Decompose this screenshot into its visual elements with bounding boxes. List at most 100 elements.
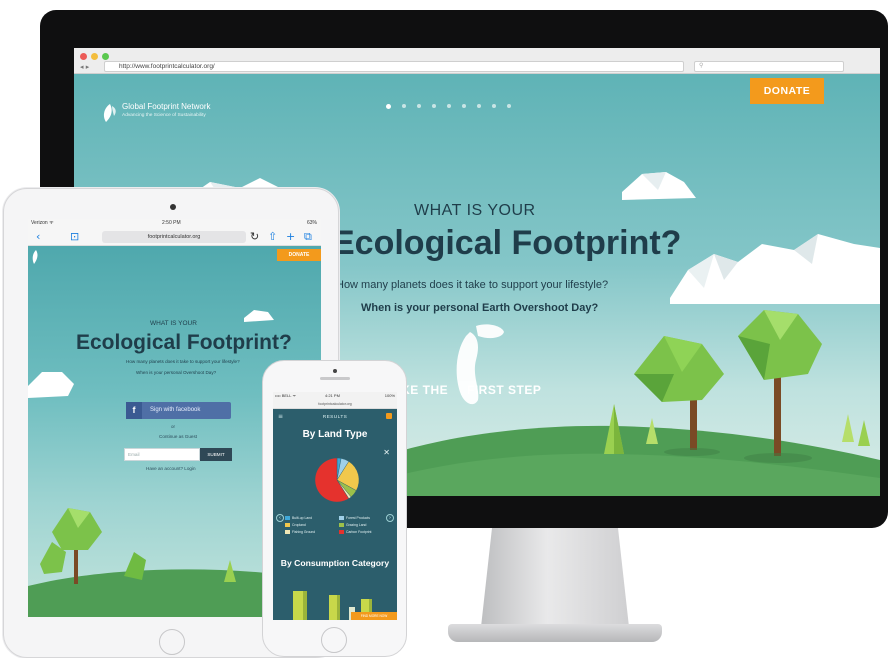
carrier: Verizon ᯤ <box>31 220 54 226</box>
or-divider: or <box>171 424 176 429</box>
legend-item: Built-up Land <box>285 516 335 520</box>
facebook-login-button[interactable]: f Sign with facebook <box>126 402 231 419</box>
legend-item: Grazing Land <box>339 523 389 527</box>
legend-swatch <box>285 530 290 534</box>
question-overshoot: When is your personal Earth Overshoot Da… <box>361 302 599 314</box>
legend-swatch <box>285 523 290 527</box>
carrier: •••• BELL ᯤ <box>275 393 297 398</box>
cloud-right <box>670 234 880 304</box>
legend-swatch <box>339 523 344 527</box>
battery: 100% <box>384 393 395 398</box>
back-icon[interactable]: ◂ <box>80 63 84 71</box>
legend-label: Built-up Land <box>292 516 312 520</box>
window-controls <box>80 53 109 60</box>
search-field[interactable]: ⚲ <box>694 61 844 72</box>
question-planets: How many planets does it take to support… <box>126 359 240 364</box>
donate-button[interactable]: DONATE <box>277 249 321 261</box>
pager-dot[interactable] <box>432 104 436 108</box>
question-overshoot: When is your personal Overshoot Day? <box>136 370 217 375</box>
add-tab-icon[interactable]: + <box>286 230 295 244</box>
device-showcase: ◂ ▸ http://www.footprintcalculator.org/ … <box>0 0 890 658</box>
pager-dot[interactable] <box>492 104 496 108</box>
legend-item: Fishing Ground <box>285 530 335 534</box>
gfn-leaf-icon <box>103 104 116 122</box>
tablet-status-bar: Verizon ᯤ 2:50 PM 63% <box>28 219 321 228</box>
facebook-icon: f <box>126 402 142 419</box>
clock: 4:21 PM <box>325 393 340 398</box>
prev-arrow-icon[interactable]: ‹ <box>276 514 284 522</box>
home-button[interactable] <box>159 629 185 655</box>
monitor-base <box>448 624 662 642</box>
phone-device: •••• BELL ᯤ 4:21 PM 100% footprintcalcul… <box>262 360 407 657</box>
facebook-label: Sign with facebook <box>150 407 201 413</box>
legend-item: Cropland <box>285 523 335 527</box>
close-window-icon[interactable] <box>80 53 87 60</box>
pager-dot[interactable] <box>447 104 451 108</box>
pager-dot[interactable] <box>462 104 466 108</box>
reload-icon[interactable]: ↻ <box>250 230 259 244</box>
address-bar[interactable]: http://www.footprintcalculator.org/ <box>104 61 684 72</box>
continue-guest-label[interactable]: Continue as Guest <box>159 434 197 439</box>
address-bar[interactable]: footprintcalculator.org <box>273 400 397 409</box>
browser-chrome: ◂ ▸ http://www.footprintcalculator.org/ … <box>74 48 880 74</box>
pager-dot[interactable] <box>507 104 511 108</box>
results-label: RESULTS <box>322 415 348 420</box>
phone-camera <box>333 369 337 373</box>
legend-label: Forest Products <box>346 516 370 520</box>
clock: 2:50 PM <box>162 220 181 226</box>
org-tagline: Advancing the Science of Sustainability <box>122 113 206 118</box>
consumption-title: By Consumption Category <box>280 558 390 568</box>
cloud-mid <box>622 172 696 200</box>
address-bar[interactable]: footprintcalculator.org <box>102 231 246 243</box>
share-icon[interactable]: ⇧ <box>268 230 277 244</box>
page-title: Ecological Footprint? <box>76 331 292 354</box>
heading-small: WHAT IS YOUR <box>150 320 197 327</box>
pager-dot[interactable] <box>417 104 421 108</box>
phone-screen: •••• BELL ᯤ 4:21 PM 100% footprintcalcul… <box>273 392 397 620</box>
legend-label: Fishing Ground <box>292 530 316 534</box>
home-button[interactable] <box>321 627 347 653</box>
carousel-pager <box>386 104 511 109</box>
legend-item: Carbon Footprint <box>339 530 389 534</box>
pie-legend: Built-up Land Forest Products Cropland Graz… <box>285 516 389 534</box>
gfn-leaf-icon <box>32 250 38 264</box>
donate-button[interactable]: DONATE <box>750 78 824 104</box>
gfn-logo[interactable]: Global Footprint Network Advancing the S… <box>100 102 210 124</box>
tablet-camera <box>170 204 176 210</box>
land-type-title: By Land Type <box>302 429 368 440</box>
legend-swatch <box>339 516 344 520</box>
legend-swatch <box>285 516 290 520</box>
back-icon[interactable]: ‹ <box>36 230 40 244</box>
phone-speaker <box>320 377 350 380</box>
page-title: Ecological Footprint? <box>332 224 682 262</box>
legend-label: Carbon Footprint <box>346 530 372 534</box>
search-icon: ⚲ <box>699 63 704 69</box>
phone-status-bar: •••• BELL ᯤ 4:21 PM 100% <box>273 392 397 400</box>
nav-arrows: ◂ ▸ <box>80 63 89 71</box>
tablet-toolbar: ‹ ⊡ footprintcalculator.org ↻ ⇧ + ⧉ <box>28 228 321 246</box>
maximize-window-icon[interactable] <box>102 53 109 60</box>
tabs-icon[interactable]: ⧉ <box>304 230 312 244</box>
bookmarks-icon[interactable]: ⊡ <box>70 230 79 244</box>
legend-swatch <box>339 530 344 534</box>
legend-label: Cropland <box>292 523 306 527</box>
find-more-button[interactable]: FIND MORE NOW <box>351 612 397 620</box>
legend-label: Grazing Land <box>346 523 367 527</box>
cta-first-step[interactable]: FIRST STEP <box>467 383 541 397</box>
battery: 63% <box>306 220 317 226</box>
monitor-stand <box>480 528 630 636</box>
heading-small: WHAT IS YOUR <box>414 202 536 219</box>
pager-dot[interactable] <box>386 104 391 109</box>
email-field[interactable]: Email <box>124 448 200 461</box>
pager-dot[interactable] <box>477 104 481 108</box>
legend-item: Forest Products <box>339 516 389 520</box>
close-icon[interactable]: ✕ <box>383 448 390 457</box>
minimize-window-icon[interactable] <box>91 53 98 60</box>
forward-icon[interactable]: ▸ <box>86 63 90 71</box>
land-type-pie-chart <box>314 457 360 503</box>
login-link[interactable]: Have an account? Login <box>146 466 196 471</box>
question-planets: How many planets does it take to support… <box>336 279 609 291</box>
submit-button[interactable]: SUBMIT <box>200 448 232 461</box>
org-name: Global Footprint Network <box>122 102 211 111</box>
pager-dot[interactable] <box>402 104 406 108</box>
